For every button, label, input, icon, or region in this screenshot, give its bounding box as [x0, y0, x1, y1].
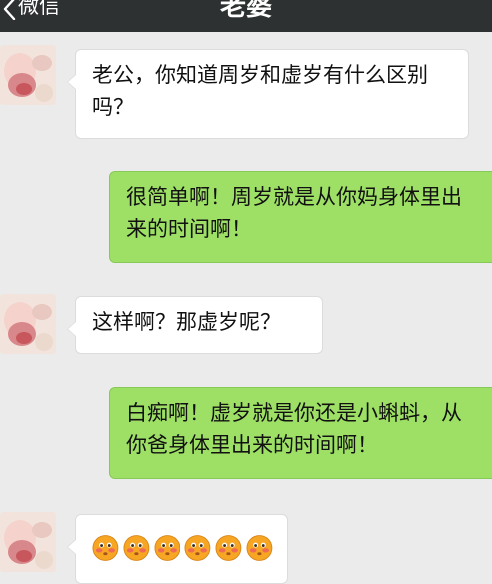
contact-avatar[interactable]: [0, 294, 56, 354]
message-bubble: 很简单啊！周岁就是从你妈身体里出来的时间啊！: [109, 171, 492, 263]
chat-title: 老婆: [219, 0, 272, 22]
message-bubble: [67, 514, 288, 584]
message-bubble: 白痴啊！虚岁就是你还是小蝌蚪，从你爸身体里出来的时间啊！: [109, 387, 492, 479]
blushing-face-icon: [246, 535, 273, 561]
message-bubble: 老公，你知道周岁和虚岁有什么区别吗？: [67, 49, 469, 139]
blushing-face-icon: [215, 535, 242, 561]
blushing-face-icon: [154, 535, 181, 561]
blushing-face-icon: [92, 535, 119, 561]
message-bubble: 这样啊？那虚岁呢？: [67, 296, 323, 354]
contact-avatar[interactable]: [0, 512, 56, 572]
blushing-face-icon: [123, 535, 150, 561]
blushing-face-icon: [184, 535, 211, 561]
contact-avatar[interactable]: [0, 45, 56, 105]
title-bar: 微信 老婆: [0, 0, 492, 32]
emoji-row: [92, 534, 273, 562]
chat-area: 老公，你知道周岁和虚岁有什么区别吗？ 很简单啊！周岁就是从你妈身体里出来的时间啊…: [0, 32, 492, 584]
